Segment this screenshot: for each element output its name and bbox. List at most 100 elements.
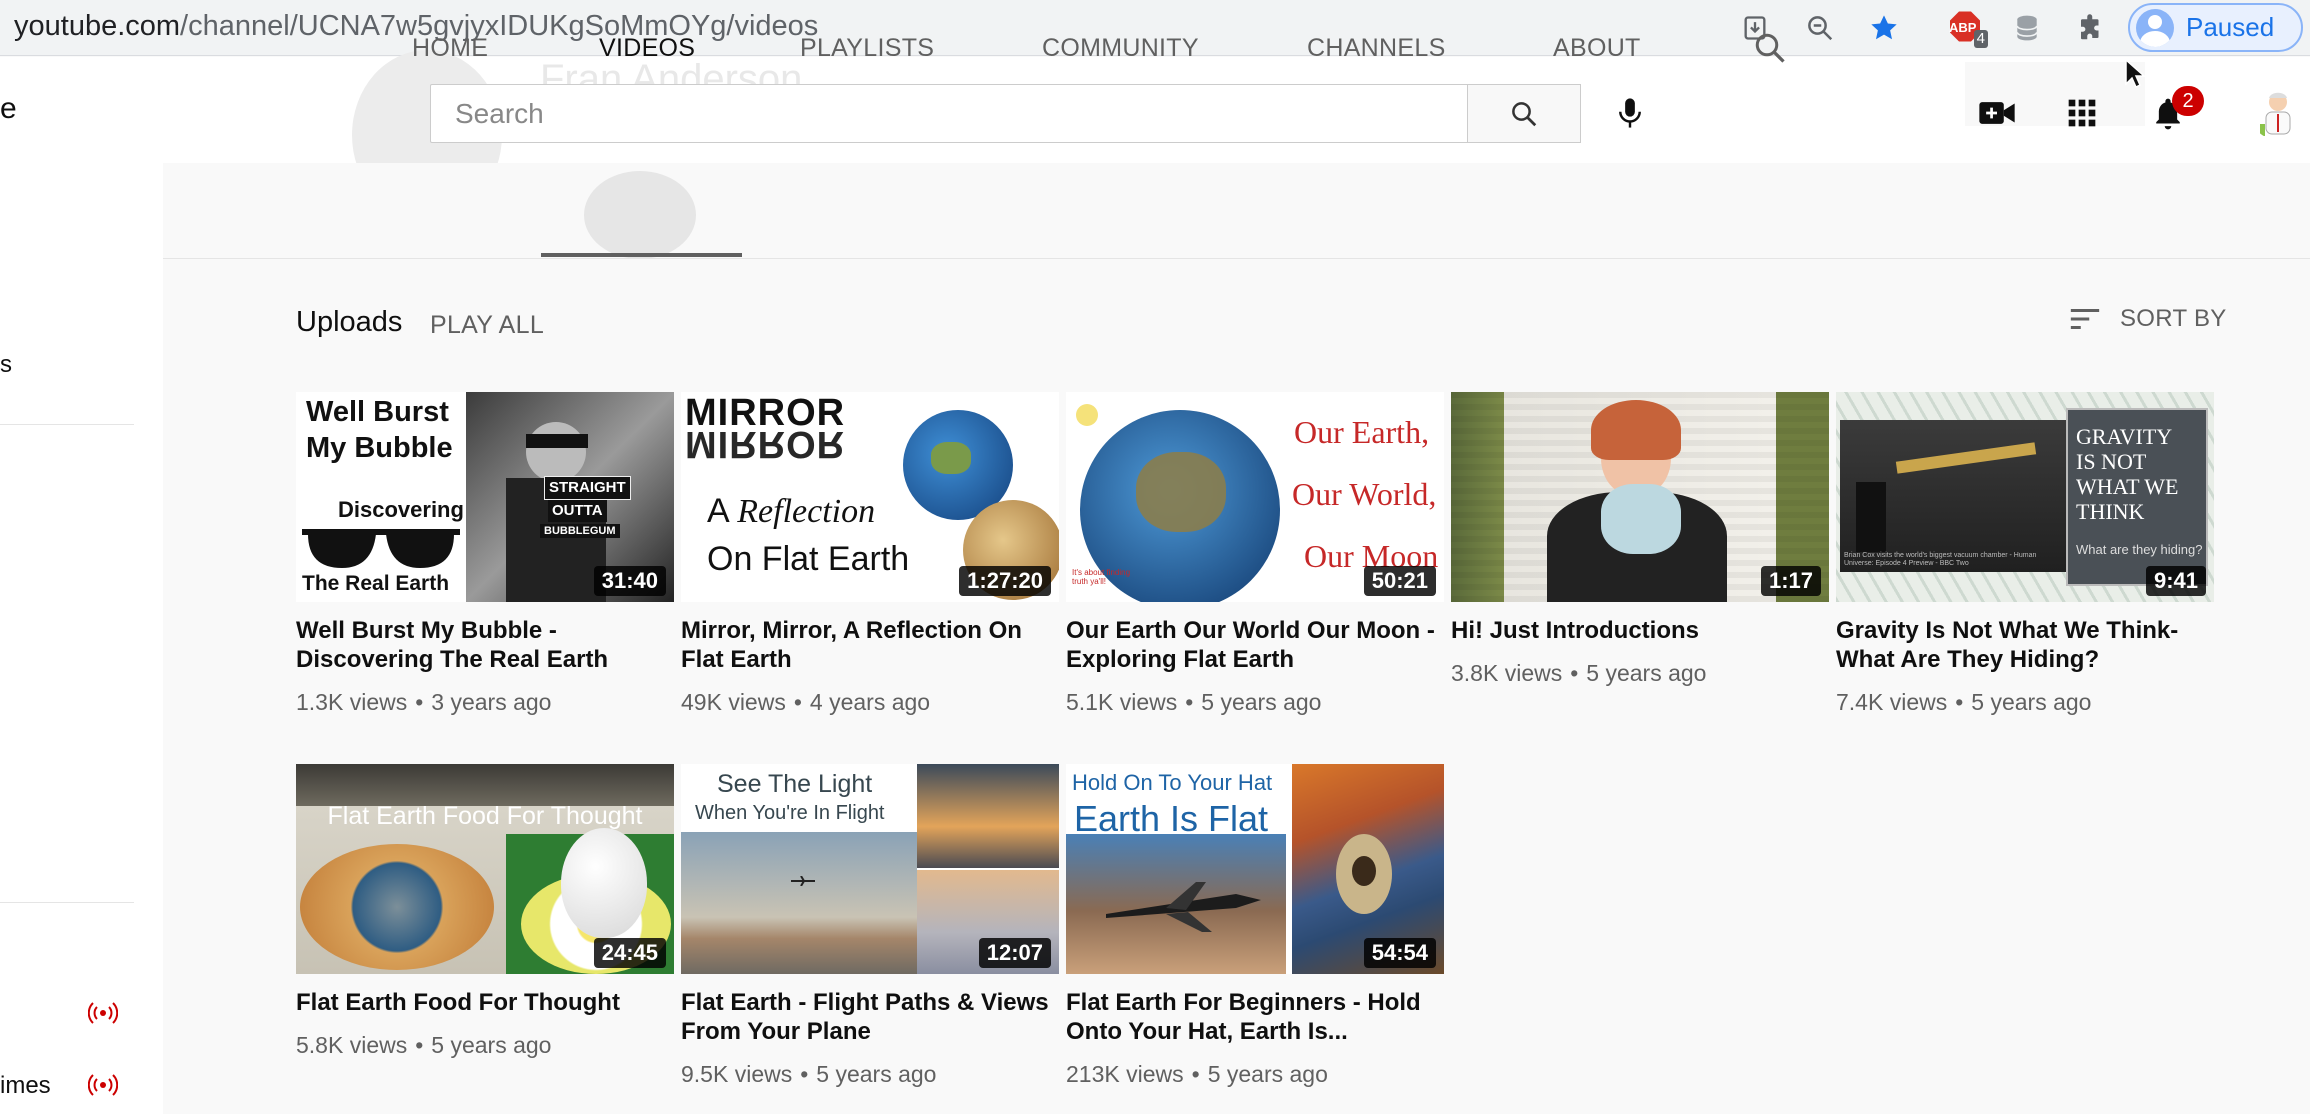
view-count: 49K views <box>681 689 786 715</box>
video-camera-plus-icon <box>1979 102 2015 124</box>
search-icon <box>1755 33 1785 63</box>
search-icon <box>1512 101 1537 126</box>
notification-count-badge: 2 <box>2172 86 2204 116</box>
video-duration: 9:41 <box>2145 566 2206 596</box>
video-duration: 1:27:20 <box>959 566 1051 596</box>
abp-count-badge: 4 <box>1973 30 1988 48</box>
tab-playlists[interactable]: PLAYLISTS <box>800 0 934 96</box>
section-title: Uploads <box>296 306 403 338</box>
tab-hover-ripple <box>584 171 696 259</box>
video-title[interactable]: Flat Earth Food For Thought <box>296 988 674 1017</box>
sidebar-divider <box>0 424 134 425</box>
url-host: youtube.com <box>14 10 181 42</box>
apps-grid-icon <box>2068 99 2096 127</box>
video-card[interactable]: See The Light When You're In Flight 12:0… <box>681 764 1059 1088</box>
adblock-plus-icon[interactable]: ABP 4 <box>1942 8 1988 48</box>
database-extension-icon[interactable] <box>2007 8 2047 48</box>
live-broadcast-icon <box>88 1002 118 1024</box>
play-all-button[interactable]: PLAY ALL <box>430 311 544 340</box>
video-title[interactable]: Well Burst My Bubble - Discovering The R… <box>296 616 674 674</box>
video-thumbnail[interactable]: MIRROR MIRROR A Reflection On Flat Earth… <box>681 392 1059 602</box>
channel-tab-bar <box>163 163 2310 259</box>
profile-status: Paused <box>2186 12 2275 42</box>
video-thumbnail[interactable]: See The Light When You're In Flight 12:0… <box>681 764 1059 974</box>
video-title[interactable]: Flat Earth - Flight Paths & Views From Y… <box>681 988 1059 1046</box>
sidebar-item-partial[interactable]: s <box>0 351 12 379</box>
video-metadata: 1.3K views • 3 years ago <box>296 689 552 715</box>
video-thumbnail[interactable]: Our Earth, Our World, Our Moon It's abou… <box>1066 392 1444 602</box>
tab-community[interactable]: COMMUNITY <box>1042 0 1199 96</box>
video-metadata: 213K views • 5 years ago <box>1066 1061 1328 1087</box>
video-card[interactable]: Brian Cox visits the world's biggest vac… <box>1836 392 2214 716</box>
view-count: 3.8K views <box>1451 660 1563 686</box>
video-title[interactable]: Our Earth Our World Our Moon - Exploring… <box>1066 616 1444 674</box>
video-thumbnail[interactable]: 1:17 <box>1451 392 1829 602</box>
video-thumbnail[interactable]: Hold On To Your Hat Earth Is Flat 54:54 <box>1066 764 1444 974</box>
view-count: 5.8K views <box>296 1032 408 1058</box>
microphone-icon <box>1619 98 1641 128</box>
tab-home[interactable]: HOME <box>412 0 488 96</box>
video-duration: 50:21 <box>1363 566 1436 596</box>
view-count: 9.5K views <box>681 1061 793 1087</box>
video-title[interactable]: Mirror, Mirror, A Reflection On Flat Ear… <box>681 616 1059 674</box>
video-metadata: 3.8K views • 5 years ago <box>1451 660 1707 686</box>
video-card[interactable]: MIRROR MIRROR A Reflection On Flat Earth… <box>681 392 1059 716</box>
bookmark-star-icon[interactable] <box>1864 8 1904 48</box>
sort-icon <box>2070 308 2100 330</box>
live-broadcast-icon <box>88 1074 118 1096</box>
tab-about[interactable]: ABOUT <box>1553 0 1641 96</box>
url-path: /channel/UCNA7w5gvjyxIDUKgSoMmOYg/videos <box>180 10 819 42</box>
video-title[interactable]: Hi! Just Introductions <box>1451 616 1829 645</box>
zoom-out-icon[interactable] <box>1800 8 1840 48</box>
video-thumbnail[interactable]: Flat Earth Food For Thought 24:45 <box>296 764 674 974</box>
create-video-button[interactable] <box>1974 90 2020 136</box>
search-input[interactable] <box>455 97 1417 130</box>
channel-search-button[interactable] <box>1752 0 1788 96</box>
profile-paused-button[interactable]: Paused <box>2128 3 2303 52</box>
video-card[interactable]: Hold On To Your Hat Earth Is Flat 54:54 … <box>1066 764 1444 1088</box>
tab-channels[interactable]: CHANNELS <box>1307 0 1446 96</box>
view-count: 1.3K views <box>296 689 408 715</box>
profile-avatar-icon <box>2136 8 2174 47</box>
video-metadata: 9.5K views • 5 years ago <box>681 1061 937 1087</box>
video-thumbnail[interactable]: Brian Cox visits the world's biggest vac… <box>1836 392 2214 602</box>
video-thumbnail[interactable]: Well Burst My Bubble Discovering The Rea… <box>296 392 674 602</box>
guide-sidebar: s imes <box>0 163 163 1114</box>
youtube-logo-partial[interactable]: e <box>0 92 17 126</box>
upload-age: 5 years ago <box>816 1061 937 1087</box>
tab-videos[interactable]: VIDEOS <box>599 0 695 96</box>
active-tab-indicator <box>541 253 742 257</box>
mouse-cursor-icon <box>2125 58 2146 89</box>
user-avatar[interactable] <box>2250 84 2306 140</box>
view-count: 213K views <box>1066 1061 1184 1087</box>
upload-age: 5 years ago <box>431 1032 552 1058</box>
extensions-puzzle-icon[interactable] <box>2071 8 2111 48</box>
upload-age: 5 years ago <box>1971 689 2092 715</box>
abp-label: ABP <box>1949 20 1977 35</box>
video-duration: 1:17 <box>1760 566 1821 596</box>
video-duration: 54:54 <box>1363 938 1436 968</box>
sort-by-button[interactable]: SORT BY <box>2068 305 2227 333</box>
view-count: 7.4K views <box>1836 689 1948 715</box>
sidebar-subscription-partial[interactable]: imes <box>0 1072 51 1100</box>
upload-age: 5 years ago <box>1207 1061 1328 1087</box>
video-title[interactable]: Flat Earth For Beginners - Hold Onto You… <box>1066 988 1444 1046</box>
video-card[interactable]: Well Burst My Bubble Discovering The Rea… <box>296 392 674 716</box>
video-metadata: 49K views • 4 years ago <box>681 689 931 715</box>
video-metadata: 5.1K views • 5 years ago <box>1066 689 1322 715</box>
airplane-icon <box>791 876 815 886</box>
upload-age: 5 years ago <box>1586 660 1707 686</box>
video-duration: 31:40 <box>593 566 666 596</box>
sidebar-divider <box>0 902 134 903</box>
apps-button[interactable] <box>2059 90 2105 136</box>
video-card[interactable]: Our Earth, Our World, Our Moon It's abou… <box>1066 392 1444 716</box>
video-card[interactable]: 1:17 Hi! Just Introductions 3.8K views • 5… <box>1451 392 1829 687</box>
upload-age: 4 years ago <box>809 689 931 715</box>
video-title[interactable]: Gravity Is Not What We Think- What Are T… <box>1836 616 2214 674</box>
upload-age: 3 years ago <box>431 689 552 715</box>
video-card[interactable]: Flat Earth Food For Thought 24:45 Flat E… <box>296 764 674 1059</box>
sunglasses-icon <box>302 529 460 568</box>
upload-age: 5 years ago <box>1201 689 1322 715</box>
video-metadata: 5.8K views • 5 years ago <box>296 1032 552 1058</box>
sort-by-label: SORT BY <box>2120 305 2227 332</box>
